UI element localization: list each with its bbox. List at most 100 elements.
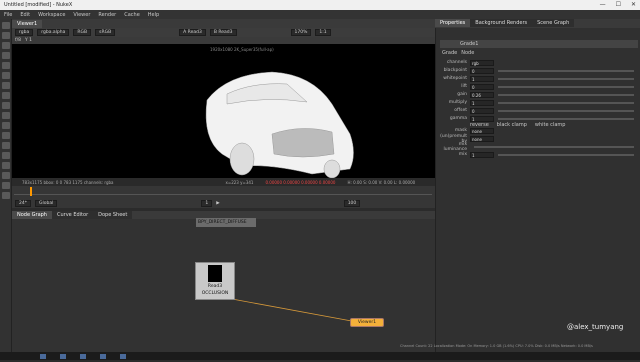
fps-field[interactable]: 24* <box>15 200 31 207</box>
ocula-icon[interactable] <box>2 192 10 199</box>
image-nodes-icon[interactable] <box>2 22 10 29</box>
maximize-icon[interactable]: ☐ <box>616 1 621 8</box>
mix-slider[interactable] <box>498 153 634 156</box>
particles-icon[interactable] <box>2 162 10 169</box>
param-row: multiply 1 <box>440 99 638 106</box>
mask-dropdown[interactable]: none <box>470 127 494 134</box>
channel-nodes-icon[interactable] <box>2 52 10 59</box>
tab-dope-sheet[interactable]: Dope Sheet <box>93 211 133 219</box>
param-slider[interactable] <box>498 85 634 88</box>
node-toolbar <box>0 19 12 360</box>
menu-workspace[interactable]: Workspace <box>38 12 65 18</box>
param-row: gain 0.26 <box>440 91 638 98</box>
play-icon[interactable]: ▶ <box>216 201 219 206</box>
menu-render[interactable]: Render <box>98 12 116 18</box>
time-nodes-icon[interactable] <box>2 42 10 49</box>
input-b-dropdown[interactable]: B Read3 <box>209 29 237 36</box>
tab-node[interactable]: Node <box>461 50 474 57</box>
taskbar-app-icon[interactable] <box>40 353 46 359</box>
timeline-mode-dropdown[interactable]: Global <box>34 200 58 207</box>
tab-properties[interactable]: Properties <box>435 19 471 27</box>
param-slider[interactable] <box>498 101 634 104</box>
minimize-icon[interactable]: — <box>600 1 606 8</box>
taskbar-app-icon[interactable] <box>60 353 66 359</box>
unpremult-dropdown[interactable]: none <box>470 135 494 142</box>
mix-row: mix 1 <box>440 151 638 158</box>
furnace-icon[interactable] <box>2 182 10 189</box>
image-info: 783x1175 bbox: 0 0 783 1175 channels: rg… <box>22 179 114 185</box>
viewer-controls-secondary: f/8 Y 1 <box>12 37 435 44</box>
param-label: gain <box>457 92 467 97</box>
menu-cache[interactable]: Cache <box>124 12 140 18</box>
viewer-canvas[interactable] <box>12 44 435 179</box>
taskbar-app-icon[interactable] <box>120 353 126 359</box>
frame-field[interactable]: 1 <box>201 200 213 207</box>
tab-background-renders[interactable]: Background Renders <box>470 19 533 27</box>
backdrop-node[interactable]: BPY_DIRECT_DIFFUSE <box>196 218 256 227</box>
merge-nodes-icon[interactable] <box>2 92 10 99</box>
playhead[interactable] <box>30 187 32 196</box>
param-label: blackpoint <box>443 68 467 73</box>
param-row: blackpoint 0 <box>440 67 638 74</box>
param-value[interactable]: 0 <box>470 67 494 74</box>
pixel-values: 0.00000 0.00000 0.00000 0.00000 <box>265 179 336 185</box>
3d-nodes-icon[interactable] <box>2 112 10 119</box>
tab-node-graph[interactable]: Node Graph <box>12 211 52 219</box>
param-value[interactable]: 1 <box>470 75 494 82</box>
deep-nodes-icon[interactable] <box>2 172 10 179</box>
param-slider[interactable] <box>498 77 634 80</box>
metadata-nodes-icon[interactable] <box>2 132 10 139</box>
param-value[interactable]: 0 <box>470 107 494 114</box>
hsvl-values: H: 0.00 S: 0.00 V: 0.00 L: 0.00000 <box>347 179 416 185</box>
taskbar-app-icon[interactable] <box>80 353 86 359</box>
mix-value[interactable]: 1 <box>470 151 494 158</box>
channels-row: channels rgb <box>440 59 638 66</box>
other-nodes-icon[interactable] <box>2 152 10 159</box>
keyer-nodes-icon[interactable] <box>2 82 10 89</box>
read-node-sublabel: OCCLUSION <box>201 291 229 296</box>
param-label: lift <box>461 84 467 89</box>
param-slider[interactable] <box>498 109 634 112</box>
node-name-header[interactable]: Grade1 <box>440 40 638 48</box>
views-nodes-icon[interactable] <box>2 122 10 129</box>
ratio-dropdown[interactable]: 1:1 <box>315 29 331 36</box>
draw-nodes-icon[interactable] <box>2 32 10 39</box>
tab-scene-graph[interactable]: Scene Graph <box>532 19 575 27</box>
menu-edit[interactable]: Edit <box>20 12 30 18</box>
filter-nodes-icon[interactable] <box>2 72 10 79</box>
taskbar <box>0 352 640 360</box>
tab-grade[interactable]: Grade <box>442 50 457 57</box>
viewer-tab-bar: Viewer1 <box>12 19 435 28</box>
tab-viewer1[interactable]: Viewer1 <box>12 20 43 28</box>
menu-help[interactable]: Help <box>148 12 159 18</box>
toolsets-icon[interactable] <box>2 142 10 149</box>
colorspace-dropdown[interactable]: RGB <box>73 29 92 36</box>
viewer-node[interactable]: Viewer1 <box>350 318 384 327</box>
menu-file[interactable]: File <box>4 12 12 18</box>
param-value[interactable]: 1 <box>470 99 494 106</box>
color-nodes-icon[interactable] <box>2 62 10 69</box>
channels-field[interactable]: rgb <box>470 59 494 66</box>
param-slider[interactable] <box>498 117 634 120</box>
param-value[interactable]: 0 <box>470 83 494 90</box>
close-icon[interactable]: ✕ <box>631 1 636 8</box>
menu-viewer[interactable]: Viewer <box>73 12 90 18</box>
channel-mode-dropdown[interactable]: rgba.alpha <box>37 29 70 36</box>
gain-label: f/8 <box>15 38 21 43</box>
param-value[interactable]: 0.26 <box>470 91 494 98</box>
channels-dropdown[interactable]: rgba <box>15 29 34 36</box>
end-frame-field[interactable]: 100 <box>343 200 361 207</box>
timeline-ruler[interactable] <box>14 188 432 195</box>
channels-label: channels <box>446 60 467 65</box>
param-slider[interactable] <box>498 69 634 72</box>
display-dropdown[interactable]: sRGB <box>95 29 116 36</box>
param-label: whitepoint <box>443 76 467 81</box>
taskbar-app-icon[interactable] <box>100 353 106 359</box>
mix-lum-slider[interactable] <box>474 145 634 148</box>
viewer-controls: rgba rgba.alpha RGB sRGB A Read3 B Read3… <box>12 28 435 37</box>
zoom-dropdown[interactable]: 170% <box>290 29 312 36</box>
param-slider[interactable] <box>498 93 634 96</box>
tab-curve-editor[interactable]: Curve Editor <box>51 211 94 219</box>
transform-nodes-icon[interactable] <box>2 102 10 109</box>
input-a-dropdown[interactable]: A Read3 <box>179 29 206 36</box>
